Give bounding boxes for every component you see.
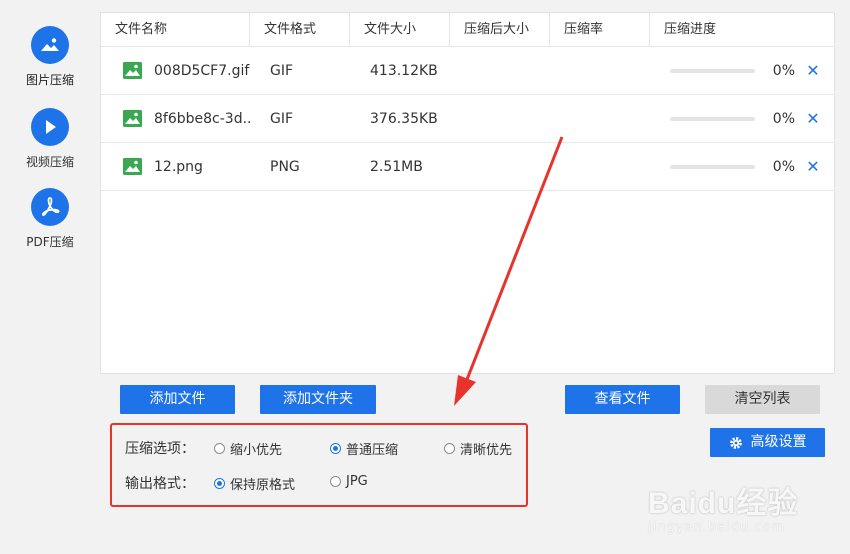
file-name: 12.png [154, 158, 203, 175]
radio-dot [330, 443, 341, 454]
table-row[interactable]: 008D5CF7.gif GIF 413.12KB 0% ✕ [101, 47, 834, 95]
file-name-cell: 12.png [101, 158, 250, 175]
radio-dot [214, 478, 225, 489]
progress-cell: 0% ✕ [650, 61, 834, 80]
remove-file-icon[interactable]: ✕ [805, 109, 821, 128]
file-format: GIF [270, 110, 294, 127]
radio-label: 普通压缩 [346, 443, 399, 458]
sidebar-item-label: 视频压缩 [25, 155, 74, 169]
progress-bar [670, 164, 755, 169]
pdf-icon [31, 188, 69, 226]
radio-dot [330, 476, 341, 487]
remove-file-icon[interactable]: ✕ [805, 157, 821, 176]
sidebar-item-video-compress[interactable]: 视频压缩 [0, 108, 100, 170]
view-files-button[interactable]: 查看文件 [565, 385, 680, 414]
table-header: 文件名称 文件格式 文件大小 压缩后大小 压缩率 压缩进度 [101, 13, 834, 47]
column-header-name: 文件名称 [101, 13, 250, 46]
add-file-button[interactable]: 添加文件 [120, 385, 235, 414]
bottom-toolbar: 添加文件 添加文件夹 查看文件 清空列表 高级设置 压缩选项： 缩小优先 普通压… [100, 375, 850, 554]
output-format-label: 输出格式： [125, 476, 195, 492]
image-file-icon [123, 110, 142, 127]
radio-label: 保持原格式 [230, 478, 296, 493]
file-size: 413.12KB [370, 62, 438, 79]
radio-dot [444, 443, 455, 454]
table-row[interactable]: 12.png PNG 2.51MB 0% ✕ [101, 143, 834, 191]
file-table: 文件名称 文件格式 文件大小 压缩后大小 压缩率 压缩进度 008D5CF7.g… [100, 12, 835, 374]
advanced-settings-button[interactable]: 高级设置 [710, 428, 825, 457]
radio-label: 清晰优先 [460, 443, 513, 458]
file-name-cell: 8f6bbe8c-3d... [101, 110, 250, 127]
column-header-rate: 压缩率 [550, 13, 650, 46]
table-row[interactable]: 8f6bbe8c-3d... GIF 376.35KB 0% ✕ [101, 95, 834, 143]
sidebar-item-label: PDF压缩 [26, 235, 74, 249]
progress-percent: 0% [772, 62, 795, 79]
progress-bar [670, 116, 755, 121]
file-format: GIF [270, 62, 294, 79]
radio-shrink-priority[interactable]: 缩小优先 [214, 439, 282, 458]
radio-dot [214, 443, 225, 454]
progress-percent: 0% [772, 158, 795, 175]
compress-options-label: 压缩选项： [125, 441, 195, 457]
radio-keep-format[interactable]: 保持原格式 [214, 474, 295, 493]
radio-jpg[interactable]: JPG [330, 474, 368, 489]
radio-label: JPG [346, 474, 368, 489]
radio-clarity-priority[interactable]: 清晰优先 [444, 439, 512, 458]
column-header-compressed-size: 压缩后大小 [450, 13, 550, 46]
file-name-cell: 008D5CF7.gif [101, 62, 250, 79]
compress-options-row: 压缩选项： [125, 438, 215, 458]
file-name: 8f6bbe8c-3d... [154, 110, 250, 127]
file-size: 2.51MB [370, 158, 423, 175]
image-file-icon [123, 158, 142, 175]
radio-normal-compress[interactable]: 普通压缩 [330, 439, 398, 458]
advanced-settings-label: 高级设置 [750, 434, 807, 450]
sidebar-item-label: 图片压缩 [25, 73, 74, 87]
progress-bar [670, 68, 755, 73]
clear-list-button[interactable]: 清空列表 [705, 385, 820, 414]
play-icon [31, 108, 69, 146]
sidebar: 图片压缩 视频压缩 PDF压缩 [0, 0, 100, 554]
sidebar-item-pdf-compress[interactable]: PDF压缩 [0, 188, 100, 250]
file-format: PNG [270, 158, 300, 175]
options-panel: 压缩选项： 缩小优先 普通压缩 清晰优先 输出格式： 保持原格式 JPG [110, 423, 528, 507]
image-file-icon [123, 62, 142, 79]
file-size: 376.35KB [370, 110, 438, 127]
column-header-size: 文件大小 [350, 13, 450, 46]
progress-cell: 0% ✕ [650, 157, 834, 176]
remove-file-icon[interactable]: ✕ [805, 61, 821, 80]
gear-icon [729, 436, 742, 449]
progress-cell: 0% ✕ [650, 109, 834, 128]
output-format-row: 输出格式： [125, 473, 215, 493]
radio-label: 缩小优先 [230, 443, 283, 458]
add-folder-button[interactable]: 添加文件夹 [260, 385, 376, 414]
sidebar-item-image-compress[interactable]: 图片压缩 [0, 26, 100, 88]
progress-percent: 0% [772, 110, 795, 127]
image-icon [31, 26, 69, 64]
column-header-progress: 压缩进度 [664, 22, 717, 37]
file-name: 008D5CF7.gif [154, 62, 250, 79]
column-header-format: 文件格式 [250, 13, 350, 46]
